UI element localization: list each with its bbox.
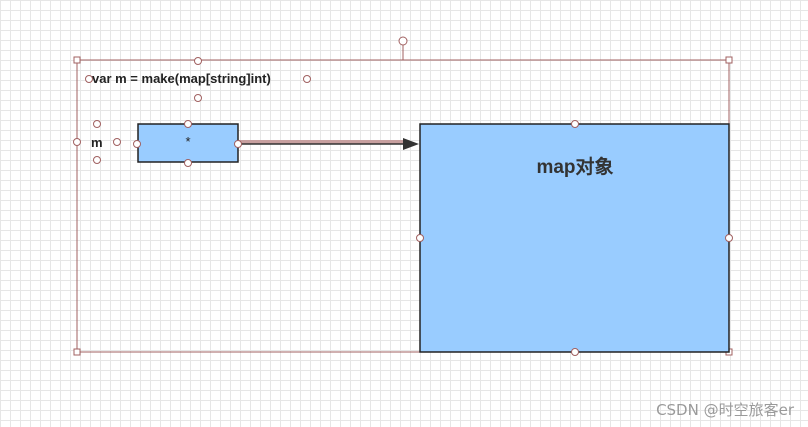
pointer-box-anchor-bottom[interactable] [184,159,192,167]
code-text-anchor-top[interactable] [194,57,202,65]
rotation-handle[interactable] [398,36,408,46]
map-box-anchor-top[interactable] [571,120,579,128]
m-label-anchor-top[interactable] [93,120,101,128]
selection-handle-top-right[interactable] [725,56,733,64]
code-text-anchor-bottom[interactable] [194,94,202,102]
m-label-anchor-right[interactable] [113,138,121,146]
code-text-anchor-right[interactable] [303,75,311,83]
map-box-anchor-bottom[interactable] [571,348,579,356]
map-object-label: map对象 [536,157,614,178]
m-label-anchor-bottom[interactable] [93,156,101,164]
pointer-box-anchor-top[interactable] [184,120,192,128]
code-text[interactable]: var m = make(map[string]int) [92,71,271,86]
pointer-label: * [185,134,191,149]
map-box-anchor-left[interactable] [416,234,424,242]
selection-handle-bottom-left[interactable] [73,348,81,356]
variable-label[interactable]: m [91,135,103,150]
diagram-canvas[interactable] [0,0,808,427]
map-box-anchor-right[interactable] [725,234,733,242]
selection-handle-left[interactable] [73,138,81,146]
selection-handle-top-left[interactable] [73,56,81,64]
watermark: CSDN @时空旅客er [656,401,794,419]
pointer-arrow-head [403,138,419,150]
